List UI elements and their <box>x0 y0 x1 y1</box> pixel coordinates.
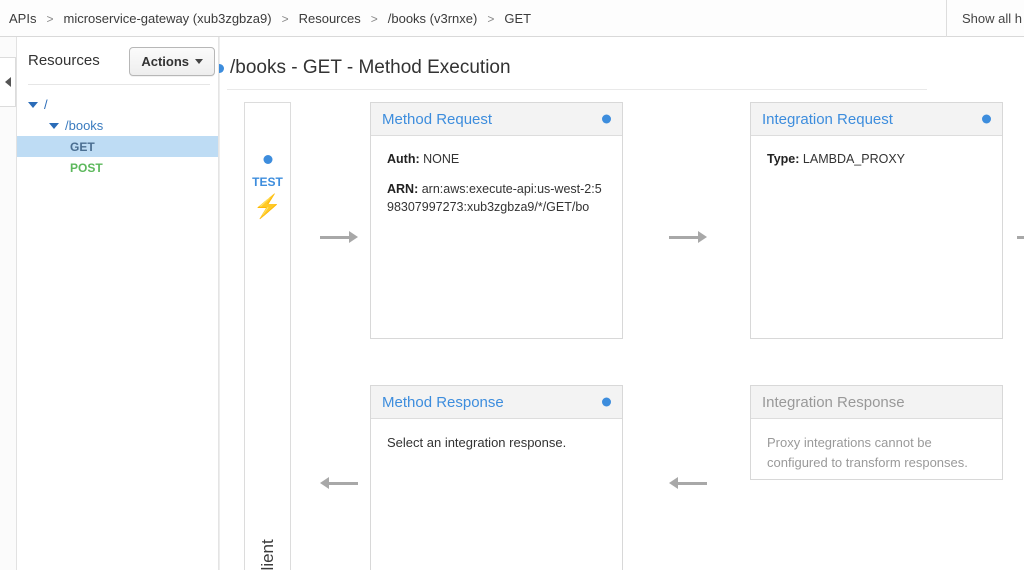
arrow-head-left-icon <box>669 477 678 489</box>
arrow-integration-response-to-method-response <box>669 477 707 489</box>
breadcrumb: APIs > microservice-gateway (xub3zgbza9)… <box>6 0 534 37</box>
breadcrumb-separator: > <box>281 11 289 26</box>
method-response-header[interactable]: Method Response <box>371 386 622 419</box>
resource-tree: / /books GET POST <box>17 85 218 178</box>
lightning-bolt-icon[interactable]: ⚡ <box>245 195 290 218</box>
page-title-hint-dot[interactable] <box>219 63 224 73</box>
page-title: /books - GET - Method Execution <box>230 57 511 78</box>
client-column: TEST ⚡ Client <box>244 102 291 570</box>
arrow-head-left-icon <box>320 477 329 489</box>
actions-button-label: Actions <box>141 54 189 69</box>
method-request-panel[interactable]: Method Request Auth: NONE ARN: arn:aws:e… <box>370 102 623 339</box>
method-request-arn-row: ARN: arn:aws:execute-api:us-west-2:59830… <box>387 180 608 216</box>
api-gateway-method-execution-screen: APIs > microservice-gateway (xub3zgbza9)… <box>0 0 1024 570</box>
integration-response-body: Proxy integrations cannot be configured … <box>751 419 1002 482</box>
arrow-shaft <box>320 235 349 239</box>
collapse-sidebar-button[interactable] <box>0 57 16 107</box>
integration-request-panel[interactable]: Integration Request Type: LAMBDA_PROXY <box>750 102 1003 339</box>
arrow-integration-request-outbound <box>1017 231 1024 243</box>
page-title-rule <box>227 89 927 90</box>
method-request-auth-key: Auth: <box>387 152 420 166</box>
arrow-client-to-method-request <box>320 231 358 243</box>
top-breadcrumb-bar: APIs > microservice-gateway (xub3zgbza9)… <box>0 0 1024 37</box>
integration-request-body: Type: LAMBDA_PROXY <box>751 136 1002 190</box>
show-all-hints-label: Show all h <box>962 11 1022 26</box>
tree-item-get[interactable]: GET <box>17 136 218 157</box>
arrow-method-response-to-client <box>320 477 358 489</box>
chevron-left-icon <box>4 77 11 87</box>
arrow-shaft <box>678 481 707 485</box>
tree-item-root-label: / <box>44 97 48 112</box>
method-response-title: Method Response <box>382 393 504 411</box>
integration-request-header[interactable]: Integration Request <box>751 103 1002 136</box>
integration-response-header: Integration Response <box>751 386 1002 419</box>
integration-response-title: Integration Response <box>762 393 905 411</box>
breadcrumb-item-resources[interactable]: Resources <box>296 11 364 26</box>
integration-request-type-row: Type: LAMBDA_PROXY <box>767 150 988 168</box>
integration-response-note: Proxy integrations cannot be configured … <box>767 435 968 470</box>
method-request-auth-row: Auth: NONE <box>387 150 608 168</box>
integration-response-panel: Integration Response Proxy integrations … <box>750 385 1003 480</box>
chevron-down-icon <box>195 59 203 64</box>
arrow-head-right-icon <box>349 231 358 243</box>
arrow-shaft <box>669 235 698 239</box>
actions-button[interactable]: Actions <box>129 47 215 76</box>
caret-down-icon[interactable] <box>49 122 59 129</box>
breadcrumb-separator: > <box>487 11 495 26</box>
tree-item-get-label: GET <box>70 139 95 154</box>
tree-item-post-label: POST <box>70 160 103 175</box>
method-request-auth-value[interactable]: NONE <box>423 152 459 166</box>
tree-item-books[interactable]: /books <box>17 115 218 136</box>
client-hint-dot[interactable] <box>263 155 272 164</box>
tree-item-post[interactable]: POST <box>17 157 218 178</box>
breadcrumb-separator: > <box>370 11 378 26</box>
tree-item-root[interactable]: / <box>17 94 218 115</box>
method-request-body: Auth: NONE ARN: arn:aws:execute-api:us-w… <box>371 136 622 238</box>
show-all-hints-area[interactable]: Show all h <box>946 0 1024 37</box>
resources-sidebar: Resources Actions / /books GET POST <box>17 37 219 570</box>
method-request-arn-value: arn:aws:execute-api:us-west-2:5983079972… <box>387 182 602 215</box>
breadcrumb-item-apis[interactable]: APIs <box>6 11 39 26</box>
integration-request-hint-dot[interactable] <box>982 114 991 124</box>
breadcrumb-separator: > <box>46 11 54 26</box>
arrow-shaft <box>329 481 358 485</box>
sidebar-collapse-rail <box>0 37 17 570</box>
integration-request-type-key: Type: <box>767 152 800 166</box>
page-title-row: /books - GET - Method Execution <box>219 53 511 83</box>
method-request-hint-dot[interactable] <box>602 114 611 124</box>
client-label: Client <box>257 539 277 570</box>
integration-request-type-value: LAMBDA_PROXY <box>802 152 906 166</box>
breadcrumb-item-api-name[interactable]: microservice-gateway (xub3zgbza9) <box>60 11 274 26</box>
method-response-hint-dot[interactable] <box>602 397 611 407</box>
method-request-header[interactable]: Method Request <box>371 103 622 136</box>
breadcrumb-item-get-method[interactable]: GET <box>501 11 534 26</box>
sidebar-header: Resources Actions <box>17 37 218 84</box>
arrow-shaft <box>1017 235 1024 239</box>
method-request-arn-key: ARN: <box>387 182 419 197</box>
caret-down-icon[interactable] <box>28 101 38 108</box>
tree-item-books-label: /books <box>65 118 104 133</box>
arrow-head-right-icon <box>698 231 707 243</box>
method-execution-canvas: /books - GET - Method Execution TEST ⚡ C… <box>219 37 1024 570</box>
method-response-note: Select an integration response. <box>387 435 567 450</box>
test-link[interactable]: TEST <box>245 175 290 189</box>
main-left-edge <box>219 37 220 570</box>
integration-request-title: Integration Request <box>762 110 893 128</box>
breadcrumb-item-books-resource[interactable]: /books (v3rnxe) <box>385 11 481 26</box>
sidebar-title: Resources <box>28 52 100 69</box>
method-request-title: Method Request <box>382 110 493 128</box>
method-response-body: Select an integration response. <box>371 419 622 463</box>
method-response-panel[interactable]: Method Response Select an integration re… <box>370 385 623 570</box>
arrow-method-request-to-integration-request <box>669 231 707 243</box>
